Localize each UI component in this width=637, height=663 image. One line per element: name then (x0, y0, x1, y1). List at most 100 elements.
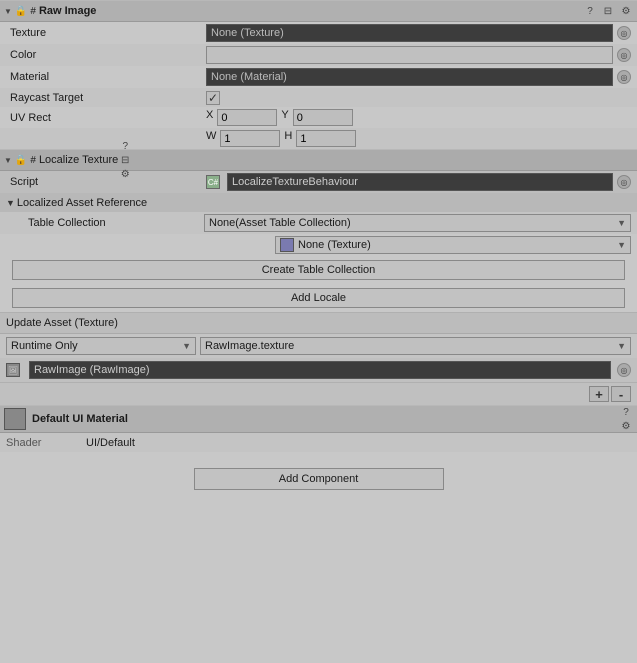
lt-lock-icon: 🔒 (15, 155, 27, 166)
material-title: Default UI Material (32, 413, 613, 425)
material-field-text: None (Material) (211, 71, 287, 83)
material-settings-icon[interactable]: ⚙ (619, 419, 633, 433)
plusminus-bar: + - (0, 382, 637, 405)
script-label: Script (6, 176, 206, 188)
material-row: Material None (Material) ◎ (0, 66, 637, 88)
material-help-icon[interactable]: ? (619, 405, 633, 419)
w-label: W (206, 130, 216, 147)
shader-label: Shader (6, 437, 86, 449)
x-input[interactable] (217, 109, 277, 126)
uv-wh-coords: W H (206, 130, 631, 147)
texture-field[interactable]: None (Texture) (206, 24, 613, 42)
runtime-row: Runtime Only ▼ RawImage.texture ▼ (0, 334, 637, 358)
rawimage-icon: 🖼 (6, 363, 20, 377)
y-label: Y (281, 109, 288, 126)
lt-header-icons: ? ⊟ ⚙ (118, 139, 132, 181)
update-asset-row: Update Asset (Texture) (0, 312, 637, 334)
minus-button[interactable]: - (611, 386, 631, 402)
lt-layout-icon[interactable]: ⊟ (118, 153, 132, 167)
material-value-container: None (Material) ◎ (206, 68, 631, 86)
texture-label: Texture (6, 27, 206, 39)
raycast-row: Raycast Target ✓ (0, 88, 637, 107)
uv-label: UV Rect (6, 112, 206, 124)
texture-icon (280, 238, 294, 252)
create-table-btn-label: Create Table Collection (262, 264, 376, 276)
lt-title: Localize Texture (39, 154, 118, 166)
runtime-dropdown-text: Runtime Only (11, 340, 78, 352)
h-label: H (284, 130, 292, 147)
material-header: Default UI Material ? ⚙ (0, 405, 637, 433)
raw-image-title: Raw Image (39, 5, 583, 17)
lt-collapse-icon[interactable]: ▼ (4, 156, 12, 165)
material-field[interactable]: None (Material) (206, 68, 613, 86)
lock-icon: 🔒 (15, 6, 27, 17)
add-locale-btn-label: Add Locale (291, 292, 346, 304)
lt-help-icon[interactable]: ? (118, 139, 132, 153)
localize-texture-header: ▼ 🔒 # Localize Texture ? ⊟ ⚙ (0, 149, 637, 171)
material-thumbnail (4, 408, 26, 430)
add-locale-btn-wrap: Add Locale (0, 284, 637, 312)
runtime-dropdown[interactable]: Runtime Only ▼ (6, 337, 196, 355)
texture-field-text: None (Texture) (211, 27, 284, 39)
material-label: Material (6, 71, 206, 83)
texture-select-icon[interactable]: ◎ (617, 26, 631, 40)
plus-button[interactable]: + (589, 386, 609, 402)
runtime-value-dropdown[interactable]: RawImage.texture ▼ (200, 337, 631, 355)
table-collection-label: Table Collection (24, 217, 204, 229)
table-collection-dropdown-arrow: ▼ (617, 218, 626, 228)
color-row: Color ◎ (0, 44, 637, 66)
update-asset-label: Update Asset (Texture) (6, 317, 118, 329)
texture-value-container: None (Texture) ◎ (206, 24, 631, 42)
material-select-icon[interactable]: ◎ (617, 70, 631, 84)
lt-hash-icon: # (30, 155, 36, 166)
material-header-icons: ? ⚙ (619, 405, 633, 433)
shader-value: UI/Default (86, 437, 135, 449)
w-input[interactable] (220, 130, 280, 147)
runtime-value-arrow: ▼ (617, 341, 626, 351)
script-field-text: LocalizeTextureBehaviour (232, 176, 358, 188)
rawimage-select-icon[interactable]: ◎ (617, 363, 631, 377)
script-value-container: C# LocalizeTextureBehaviour ◎ (206, 173, 631, 191)
rawimage-text: RawImage (RawImage) (34, 364, 150, 376)
color-select-icon[interactable]: ◎ (617, 48, 631, 62)
uv-wh-row: W H (0, 128, 637, 149)
add-locale-btn[interactable]: Add Locale (12, 288, 625, 308)
x-label: X (206, 109, 213, 126)
texture-row: Texture None (Texture) ◎ (0, 22, 637, 44)
add-component-button[interactable]: Add Component (194, 468, 444, 490)
raw-image-header: ▼ 🔒 # Raw Image ? ⊟ ⚙ (0, 0, 637, 22)
uv-xy-group: X Y (206, 109, 631, 126)
y-input[interactable] (293, 109, 353, 126)
create-table-btn-wrap: Create Table Collection (0, 256, 637, 284)
script-icon: C# (206, 175, 220, 189)
table-collection-dropdown-text: None(Asset Table Collection) (209, 217, 351, 229)
table-collection-value-container: None(Asset Table Collection) ▼ (204, 214, 631, 232)
table-collection-dropdown[interactable]: None(Asset Table Collection) ▼ (204, 214, 631, 232)
shader-row: Shader UI/Default (0, 433, 637, 452)
header-icons: ? ⊟ ⚙ (583, 4, 633, 18)
collapse-icon[interactable]: ▼ (4, 7, 12, 16)
script-row: Script C# LocalizeTextureBehaviour ◎ (0, 171, 637, 193)
none-texture-text: None (Texture) (298, 239, 371, 251)
none-texture-dropdown[interactable]: None (Texture) ▼ (275, 236, 631, 254)
rawimage-row: 🖼 RawImage (RawImage) ◎ (0, 358, 637, 382)
h-input[interactable] (296, 130, 356, 147)
settings-icon[interactable]: ⚙ (619, 4, 633, 18)
add-component-label: Add Component (279, 473, 359, 485)
none-texture-arrow: ▼ (617, 240, 626, 250)
color-picker[interactable] (206, 46, 613, 64)
script-field[interactable]: LocalizeTextureBehaviour (227, 173, 613, 191)
layout-icon[interactable]: ⊟ (601, 4, 615, 18)
raycast-label: Raycast Target (6, 92, 206, 104)
localized-asset-ref-header: ▼ Localized Asset Reference (0, 193, 637, 212)
rawimage-field[interactable]: RawImage (RawImage) (29, 361, 611, 379)
none-texture-row: None (Texture) ▼ (0, 234, 637, 256)
create-table-btn[interactable]: Create Table Collection (12, 260, 625, 280)
raycast-checkbox[interactable]: ✓ (206, 91, 220, 105)
uv-rect-row: UV Rect X Y (0, 107, 637, 128)
color-value-container: ◎ (206, 46, 631, 64)
script-select-icon[interactable]: ◎ (617, 175, 631, 189)
help-icon[interactable]: ? (583, 4, 597, 18)
asset-ref-collapse-icon[interactable]: ▼ (6, 198, 15, 208)
uv-wh-group: W H (206, 130, 631, 147)
